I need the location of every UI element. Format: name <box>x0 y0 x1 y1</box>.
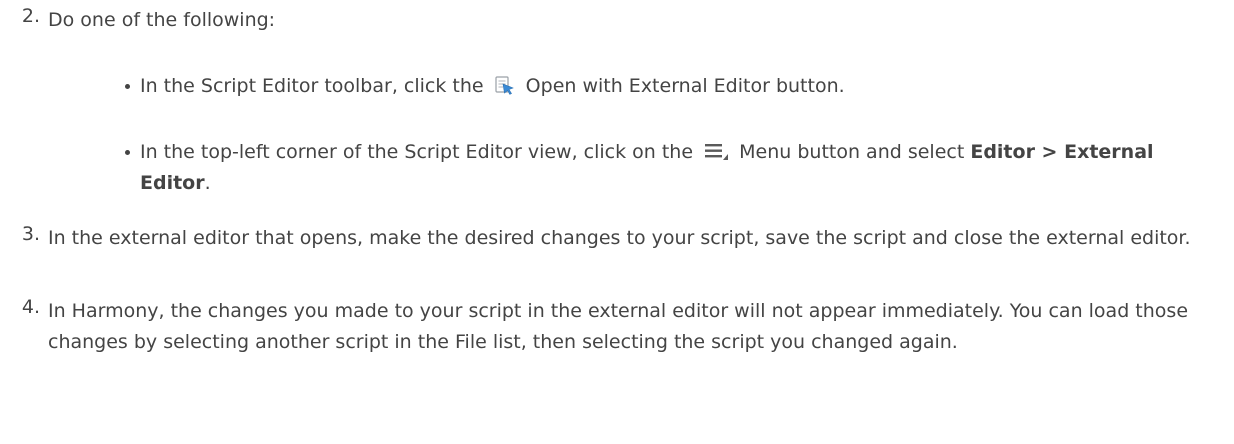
step-text: In Harmony, the changes you made to your… <box>48 300 1189 353</box>
document-page: 2. Do one of the following: In the Scrip… <box>0 0 1234 444</box>
menu-icon <box>703 141 729 161</box>
step-number: 4. <box>21 296 40 318</box>
list-item-menu-option: In the top-left corner of the Script Edi… <box>125 137 1214 199</box>
step-text: Do one of the following: <box>48 9 276 31</box>
bullet-text-after: . <box>204 172 211 194</box>
bullet-text-before: In the top-left corner of the Script Edi… <box>140 141 694 163</box>
bullet-text-after: Open with External Editor button. <box>525 75 845 97</box>
list-item-toolbar-option: In the Script Editor toolbar, click the … <box>125 71 1214 102</box>
step-number: 3. <box>21 223 40 245</box>
bullet-text-middle: Menu button and select <box>739 141 965 163</box>
step-number: 2. <box>21 5 40 27</box>
step-text: In the external editor that opens, make … <box>48 227 1191 249</box>
open-external-editor-icon <box>494 75 516 95</box>
bullet-dot <box>125 150 130 155</box>
bullet-text-before: In the Script Editor toolbar, click the <box>140 75 484 97</box>
bullet-dot <box>125 84 130 89</box>
